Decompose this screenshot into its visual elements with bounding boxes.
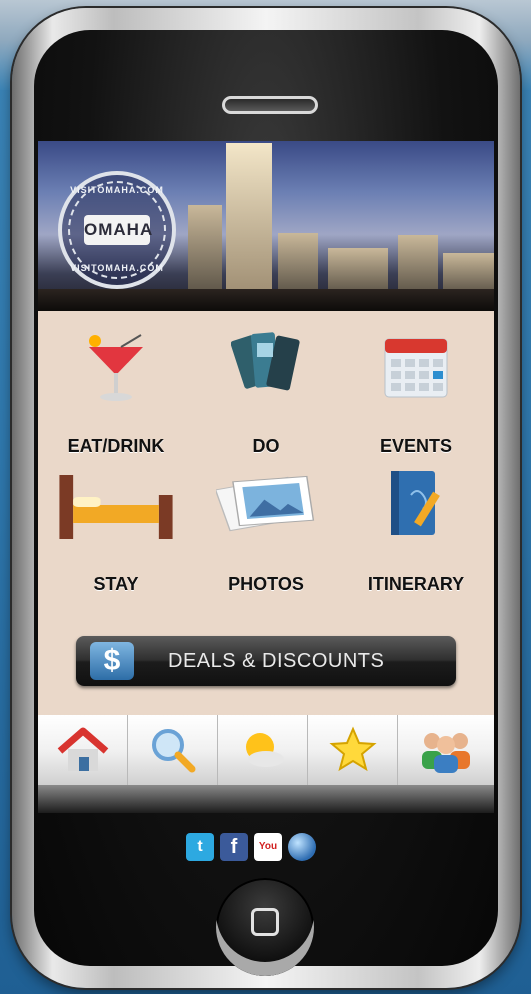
bed-icon [59, 475, 173, 539]
tab-people[interactable] [398, 715, 488, 785]
cocktail-icon [89, 334, 143, 401]
bottom-tab-bar [38, 715, 494, 785]
menu-item-itinerary[interactable]: ITINERARY [346, 465, 486, 595]
social-links: t f You [186, 833, 366, 863]
weather-icon [246, 733, 284, 767]
menu-item-label: EVENTS [379, 436, 453, 456]
home-icon [57, 727, 109, 771]
menu-item-eat-drink[interactable]: EAT/DRINK [46, 327, 186, 457]
seal-text-top: VISITOMAHA.COM [70, 185, 164, 195]
favorites-icon [329, 726, 377, 772]
facebook-icon[interactable]: f [220, 833, 248, 861]
menu-item-stay[interactable]: STAY [46, 465, 186, 595]
menu-item-do[interactable]: DO [196, 327, 336, 457]
app-screen: VISITOMAHA.COM OMAHA VISITOMAHA.COM EAT/… [38, 141, 494, 813]
visit-omaha-seal: VISITOMAHA.COM OMAHA VISITOMAHA.COM [58, 171, 176, 289]
header-banner: VISITOMAHA.COM OMAHA VISITOMAHA.COM [38, 141, 494, 311]
speaker-grille [222, 96, 318, 114]
menu-item-photos[interactable]: PHOTOS [196, 465, 336, 595]
seal-text-bottom: VISITOMAHA.COM [70, 263, 164, 273]
menu-item-label: EAT/DRINK [67, 436, 165, 456]
menu-item-label: ITINERARY [367, 574, 465, 594]
deals-discounts-button[interactable]: $ DEALS & DISCOUNTS [76, 636, 456, 686]
calendar-icon [384, 338, 448, 398]
tab-search[interactable] [128, 715, 218, 785]
seal-text-center: OMAHA [84, 215, 152, 245]
menu-item-label: PHOTOS [228, 574, 304, 594]
ground [38, 289, 494, 311]
youtube-icon[interactable]: You [254, 833, 282, 861]
home-square-icon [251, 908, 279, 936]
tab-favorites[interactable] [308, 715, 398, 785]
phone-home-button[interactable] [216, 878, 314, 976]
tab-weather[interactable] [218, 715, 308, 785]
menu-item-label: DO [252, 436, 280, 456]
dollar-icon: $ [90, 642, 134, 680]
tab-home[interactable] [38, 715, 128, 785]
photos-icon [216, 475, 315, 532]
notebook-icon [391, 471, 440, 535]
deals-label: DEALS & DISCOUNTS [168, 650, 385, 672]
twitter-icon[interactable]: t [186, 833, 214, 861]
menu-item-label: STAY [93, 574, 139, 594]
tickets-icon [231, 332, 300, 391]
tab-bar-shadow [38, 785, 494, 813]
search-icon [152, 729, 196, 773]
menu-item-events[interactable]: EVENTS [346, 327, 486, 457]
people-icon [422, 733, 470, 773]
globe-icon[interactable] [288, 833, 316, 861]
